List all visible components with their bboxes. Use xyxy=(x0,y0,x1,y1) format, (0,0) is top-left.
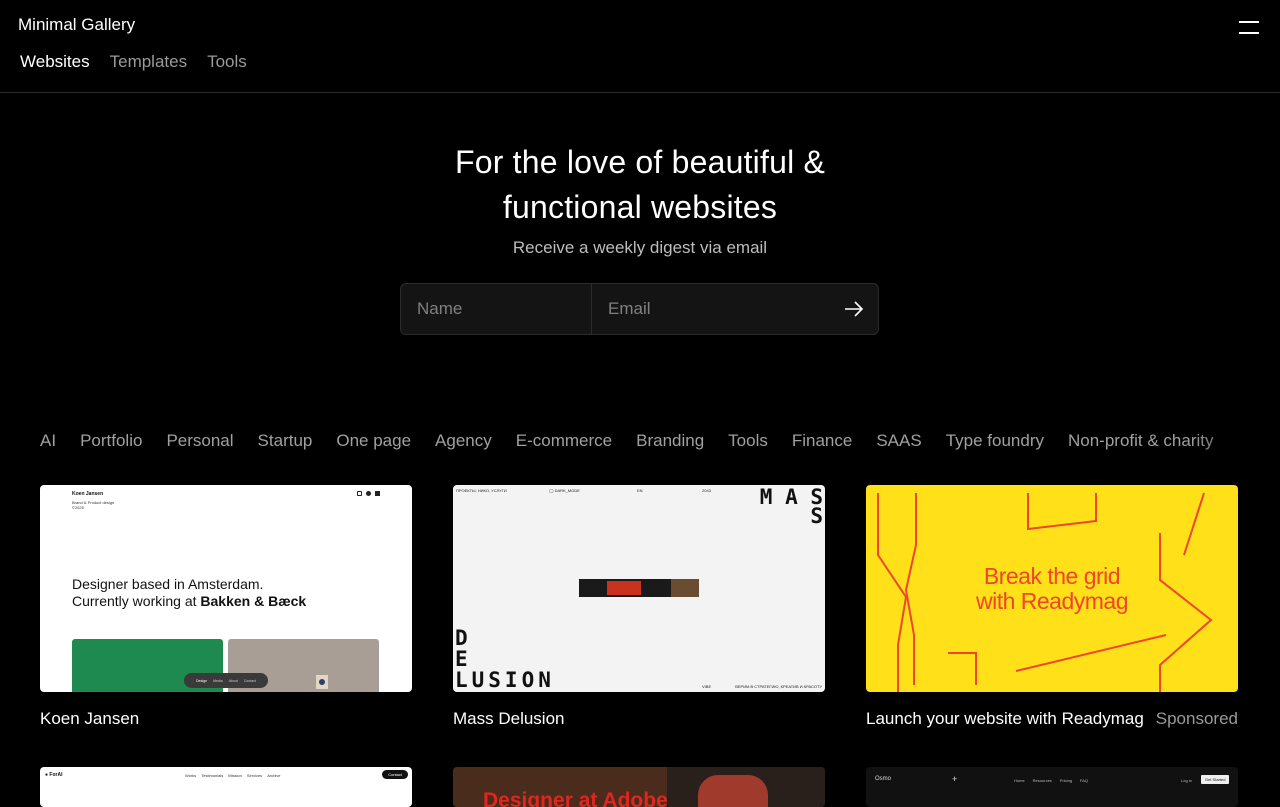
filter-branding[interactable]: Branding xyxy=(636,431,704,451)
nav-websites[interactable]: Websites xyxy=(20,52,90,72)
filter-tools[interactable]: Tools xyxy=(728,431,768,451)
filter-ecommerce[interactable]: E-commerce xyxy=(516,431,612,451)
subscribe-form xyxy=(400,283,879,335)
hero-title-line-2: functional websites xyxy=(502,189,778,225)
gallery-card: Koen Jansen Brand & Product design ©2025… xyxy=(40,485,412,729)
hamburger-icon[interactable] xyxy=(1239,21,1259,35)
preview-topline: ПРОЕКТЫ, НИКО, УСЛУГИ xyxy=(456,488,507,493)
filter-type-foundry[interactable]: Type foundry xyxy=(946,431,1044,451)
email-field[interactable] xyxy=(592,284,830,334)
filter-finance[interactable]: Finance xyxy=(792,431,852,451)
preview-topline: 2043 xyxy=(702,488,711,493)
name-field[interactable] xyxy=(401,284,592,334)
card-thumbnail[interactable]: ПРОЕКТЫ, НИКО, УСЛУГИ ◯ DARK_MODE EN 204… xyxy=(453,485,825,692)
hero: For the love of beautiful & functional w… xyxy=(0,140,1280,258)
card-title[interactable]: Mass Delusion xyxy=(453,709,825,729)
preview-image-strip xyxy=(579,579,699,597)
preview-year: ©2025 xyxy=(72,505,84,510)
preview-pill-nav: Design Media About Contact xyxy=(184,673,268,688)
preview-social-icons xyxy=(357,491,380,496)
preview-links: Works Testimonials Mission Services Archive xyxy=(185,773,281,778)
preview-mass: S xyxy=(810,504,823,528)
top-bar: Minimal Gallery Websites Templates Tools xyxy=(0,0,1280,93)
preview-topline: EN xyxy=(637,488,643,493)
preview-brand: ● ForAI xyxy=(45,772,63,778)
main-nav: Websites Templates Tools xyxy=(20,52,247,72)
preview-bottomline: VIBE xyxy=(702,684,712,689)
filter-personal[interactable]: Personal xyxy=(166,431,233,451)
card-thumbnail[interactable]: Koen Jansen Brand & Product design ©2025… xyxy=(40,485,412,692)
gallery-card-sponsored: Break the grid with Readymag Launch your… xyxy=(866,485,1238,729)
arrow-right-icon xyxy=(845,301,864,317)
nav-tools[interactable]: Tools xyxy=(207,52,247,72)
card-thumbnail[interactable]: Break the grid with Readymag xyxy=(866,485,1238,692)
filter-saas[interactable]: SAAS xyxy=(876,431,921,451)
gallery-card[interactable]: ● ForAI Works Testimonials Mission Services… xyxy=(40,767,412,807)
preview-brand: Osmo xyxy=(875,776,892,782)
readymag-headline: Break the grid with Readymag xyxy=(975,563,1129,614)
preview-name: Koen Jansen xyxy=(72,491,104,497)
filter-agency[interactable]: Agency xyxy=(435,431,492,451)
site-logo[interactable]: Minimal Gallery xyxy=(18,15,135,35)
card-title[interactable]: Koen Jansen xyxy=(40,709,412,729)
preview-headline: Designer based in Amsterdam. Currently w… xyxy=(72,576,307,609)
hero-subtitle: Receive a weekly digest via email xyxy=(512,238,768,257)
filter-ai[interactable]: AI xyxy=(40,431,56,451)
hero-title-line-1: For the love of beautiful & xyxy=(454,144,826,180)
filters-fade xyxy=(1190,425,1280,461)
preview-delusion: LUSION xyxy=(455,668,555,692)
preview-bottomline: ВЕРИМ В СТРАТЕГИЮ, КРЕАТИВ И КРАСОТУ xyxy=(735,684,822,689)
hero-title: For the love of beautiful & functional w… xyxy=(0,140,1280,230)
preview-login: Log in xyxy=(1181,778,1192,783)
preview-cta: Contact xyxy=(382,770,408,779)
preview-headline: Designer at Adobe xyxy=(483,789,668,807)
card-title-text: Launch your website with Readymag xyxy=(866,709,1144,728)
gallery-card: ПРОЕКТЫ, НИКО, УСЛУГИ ◯ DARK_MODE EN 204… xyxy=(453,485,825,729)
preview-cta: Get Started xyxy=(1201,775,1230,784)
category-filters: AI Portfolio Personal Startup One page Agency… xyxy=(40,431,1280,451)
card-title[interactable]: Launch your website with Readymag Sponso… xyxy=(866,709,1238,729)
gallery-card[interactable]: Osmo + Home Resources Pricing FAQ Log in Ge… xyxy=(866,767,1238,807)
filter-startup[interactable]: Startup xyxy=(258,431,313,451)
plus-icon: + xyxy=(952,774,958,784)
filter-portfolio[interactable]: Portfolio xyxy=(80,431,142,451)
gallery-card[interactable]: Designer at Adobe xyxy=(453,767,825,807)
preview-topline: ◯ DARK_MODE xyxy=(549,488,580,493)
nav-templates[interactable]: Templates xyxy=(110,52,187,72)
submit-button[interactable] xyxy=(830,284,878,334)
sponsored-badge: Sponsored xyxy=(1153,709,1238,729)
preview-links: Home Resources Pricing FAQ xyxy=(1014,778,1089,783)
filter-one-page[interactable]: One page xyxy=(336,431,411,451)
